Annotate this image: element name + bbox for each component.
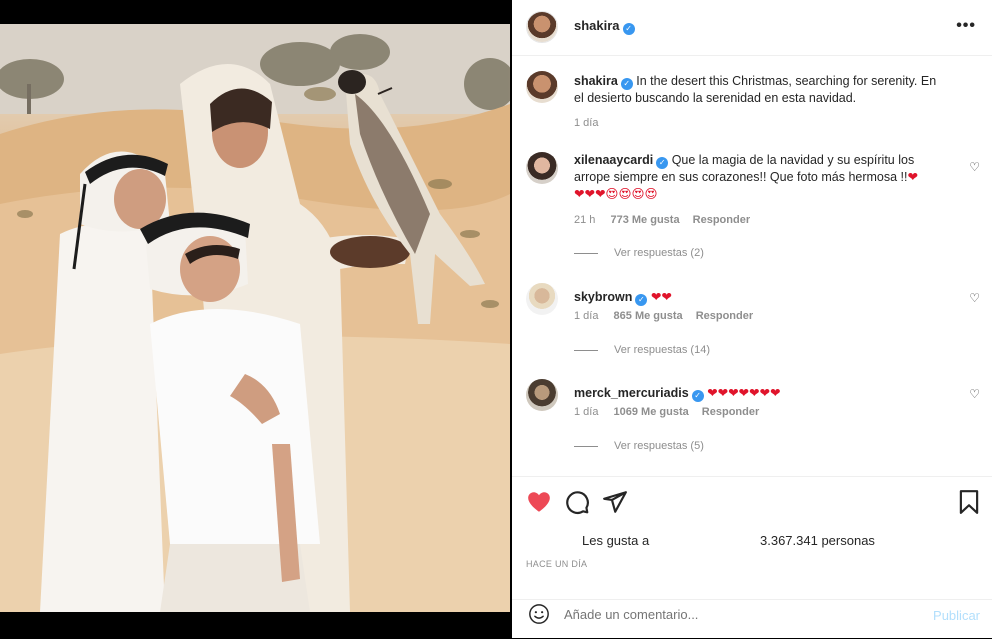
comment-time[interactable]: 1 día [574,406,598,418]
heart-filled-icon[interactable] [526,489,552,515]
replies-divider [574,349,598,351]
comment-input[interactable] [564,607,904,622]
instagram-post-modal: shakira ✓ ••• shakira ✓ In the desert this… [0,0,992,638]
comment-username[interactable]: merck_mercuriadis [574,386,689,400]
replies-divider [574,445,598,447]
comment-icon[interactable] [564,489,590,515]
photo-illustration [0,24,510,612]
comment-time[interactable]: 21 h [574,214,595,226]
emoji-icon[interactable] [528,603,550,625]
reply-button[interactable]: Responder [693,214,750,226]
bookmark-icon[interactable] [956,489,982,515]
verified-badge-icon: ✓ [691,390,704,402]
heart-outline-icon[interactable]: ♡ [969,387,980,401]
reply-button[interactable]: Responder [696,310,753,322]
post-actions: Les gusta a 3.367.341 personas HACE UN D… [512,476,992,638]
verified-badge-icon: ✓ [620,78,633,90]
view-replies[interactable]: Ver respuestas (14) [574,344,710,356]
caption-item: shakira ✓ In the desert this Christmas, s… [526,71,982,141]
commenter-avatar[interactable] [526,152,558,184]
verified-badge-icon: ✓ [622,23,635,35]
comment-meta: 1 día 1069 Me gusta Responder [574,406,759,418]
view-replies[interactable]: Ver respuestas (5) [574,440,704,452]
comment-text-block: xilenaaycardi ✓ Que la magia de la navida… [574,152,944,203]
author-username-text[interactable]: shakira [574,18,620,33]
caption-text-block: shakira ✓ In the desert this Christmas, s… [574,73,944,107]
comment-item: xilenaaycardi ✓ Que la magia de la navida… [526,152,982,262]
heart-outline-icon[interactable]: ♡ [969,160,980,174]
likes-label: Les gusta a [582,533,650,548]
comment-text-block: skybrown ✓ ❤❤ [574,289,944,306]
post-timestamp[interactable]: HACE UN DÍA [526,559,587,569]
author-username[interactable]: shakira ✓ [574,18,635,35]
caption-username[interactable]: shakira [574,74,618,88]
comment-text-block: merck_mercuriadis ✓ ❤❤❤❤❤❤❤ [574,385,944,402]
comments-list[interactable]: shakira ✓ In the desert this Christmas, s… [512,57,992,475]
post-photo[interactable] [0,24,510,612]
post-header: shakira ✓ ••• [512,0,992,56]
caption-meta: 1 día [574,117,610,129]
comment-meta: 21 h 773 Me gusta Responder [574,214,750,226]
view-replies-label[interactable]: Ver respuestas (2) [614,247,704,259]
comment-item: merck_mercuriadis ✓ ❤❤❤❤❤❤❤ ♡ 1 día 1069 … [526,379,982,455]
likes-count[interactable]: 3.367.341 personas [760,533,875,548]
commenter-avatar[interactable] [526,283,558,315]
reply-button[interactable]: Responder [702,406,759,418]
comment-emoji: ❤ [907,170,918,184]
comment-time[interactable]: 1 día [574,310,598,322]
post-side-panel: shakira ✓ ••• shakira ✓ In the desert this… [512,0,992,638]
author-avatar[interactable] [526,11,558,43]
verified-badge-icon: ✓ [656,157,669,169]
commenter-avatar[interactable] [526,379,558,411]
view-replies[interactable]: Ver respuestas (2) [574,247,704,259]
comment-username[interactable]: xilenaaycardi [574,153,653,167]
comment-likes[interactable]: 773 Me gusta [610,214,679,226]
caption-avatar[interactable] [526,71,558,103]
comment-text: ❤❤ [650,290,672,304]
comment-emoji-line: ❤❤❤😍😍😍😍 [574,187,658,201]
comment-item: skybrown ✓ ❤❤ ♡ 1 día 865 Me gusta Respon… [526,283,982,359]
comment-username[interactable]: skybrown [574,290,632,304]
comment-meta: 1 día 865 Me gusta Responder [574,310,753,322]
verified-badge-icon: ✓ [635,294,648,306]
caption-time[interactable]: 1 día [574,117,598,129]
comment-text: ❤❤❤❤❤❤❤ [707,386,781,400]
publish-button[interactable]: Publicar [933,608,980,623]
comment-likes[interactable]: 865 Me gusta [614,310,683,322]
view-replies-label[interactable]: Ver respuestas (5) [614,440,704,452]
replies-divider [574,252,598,254]
more-options-icon[interactable]: ••• [956,17,976,35]
view-replies-label[interactable]: Ver respuestas (14) [614,344,710,356]
comment-likes[interactable]: 1069 Me gusta [614,406,689,418]
post-media-column [0,0,512,638]
share-icon[interactable] [602,489,628,515]
heart-outline-icon[interactable]: ♡ [969,291,980,305]
